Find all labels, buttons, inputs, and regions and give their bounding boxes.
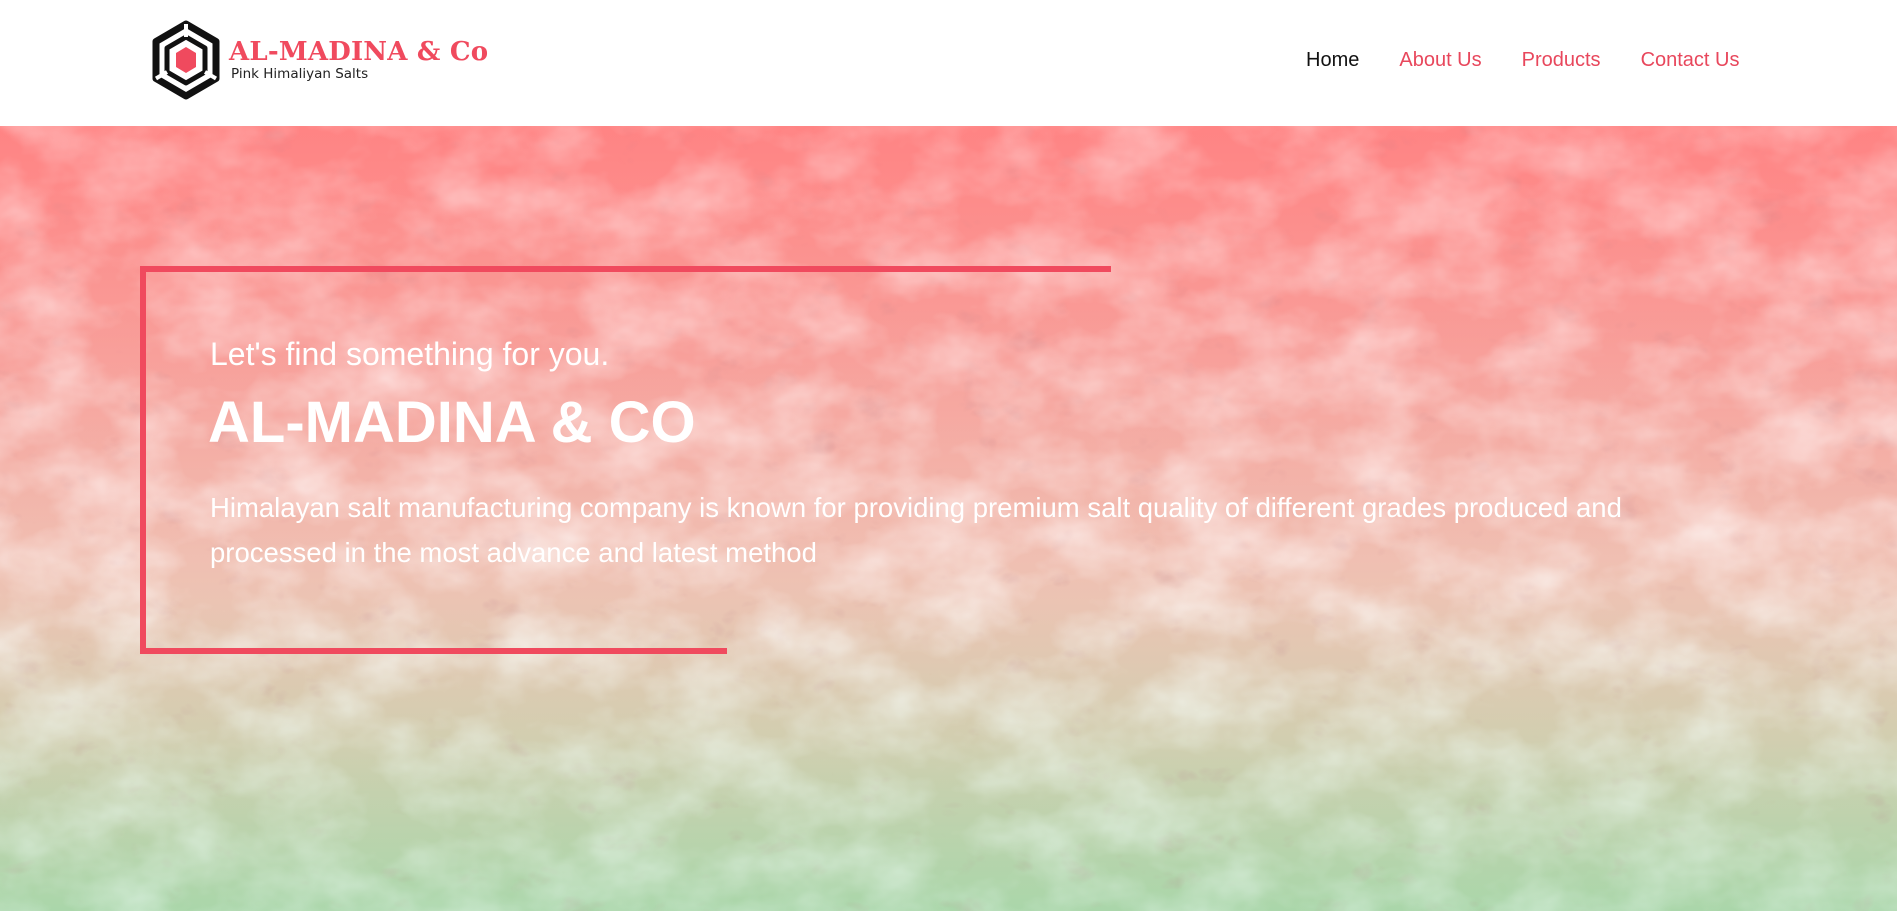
hero-title: AL-MADINA & CO — [208, 390, 696, 455]
nav-about-us-link[interactable]: About Us — [1399, 48, 1481, 72]
nav-home-link[interactable]: Home — [1306, 48, 1359, 72]
site-header: AL-MADINA & Co Pink Himaliyan Salts Home… — [0, 0, 1897, 126]
nav-contact-us-link[interactable]: Contact Us — [1641, 48, 1740, 72]
hero-description: Himalayan salt manufacturing company is … — [210, 492, 1622, 568]
hero-frame-bottom — [140, 648, 727, 654]
hero-frame-left — [140, 266, 146, 654]
brand-text: AL-MADINA & Co Pink Himaliyan Salts — [229, 38, 488, 82]
brand-tagline: Pink Himaliyan Salts — [231, 66, 369, 82]
brand-name: AL-MADINA & Co — [229, 37, 489, 67]
hero-kicker: Let's find something for you. — [210, 336, 610, 372]
hexagon-logo-icon — [152, 20, 220, 100]
brand-logo[interactable]: AL-MADINA & Co Pink Himaliyan Salts — [151, 20, 488, 100]
hero-frame-top — [140, 266, 1111, 272]
nav-products-link[interactable]: Products — [1522, 48, 1601, 72]
main-nav: Home About Us Products Contact Us — [1306, 48, 1740, 72]
